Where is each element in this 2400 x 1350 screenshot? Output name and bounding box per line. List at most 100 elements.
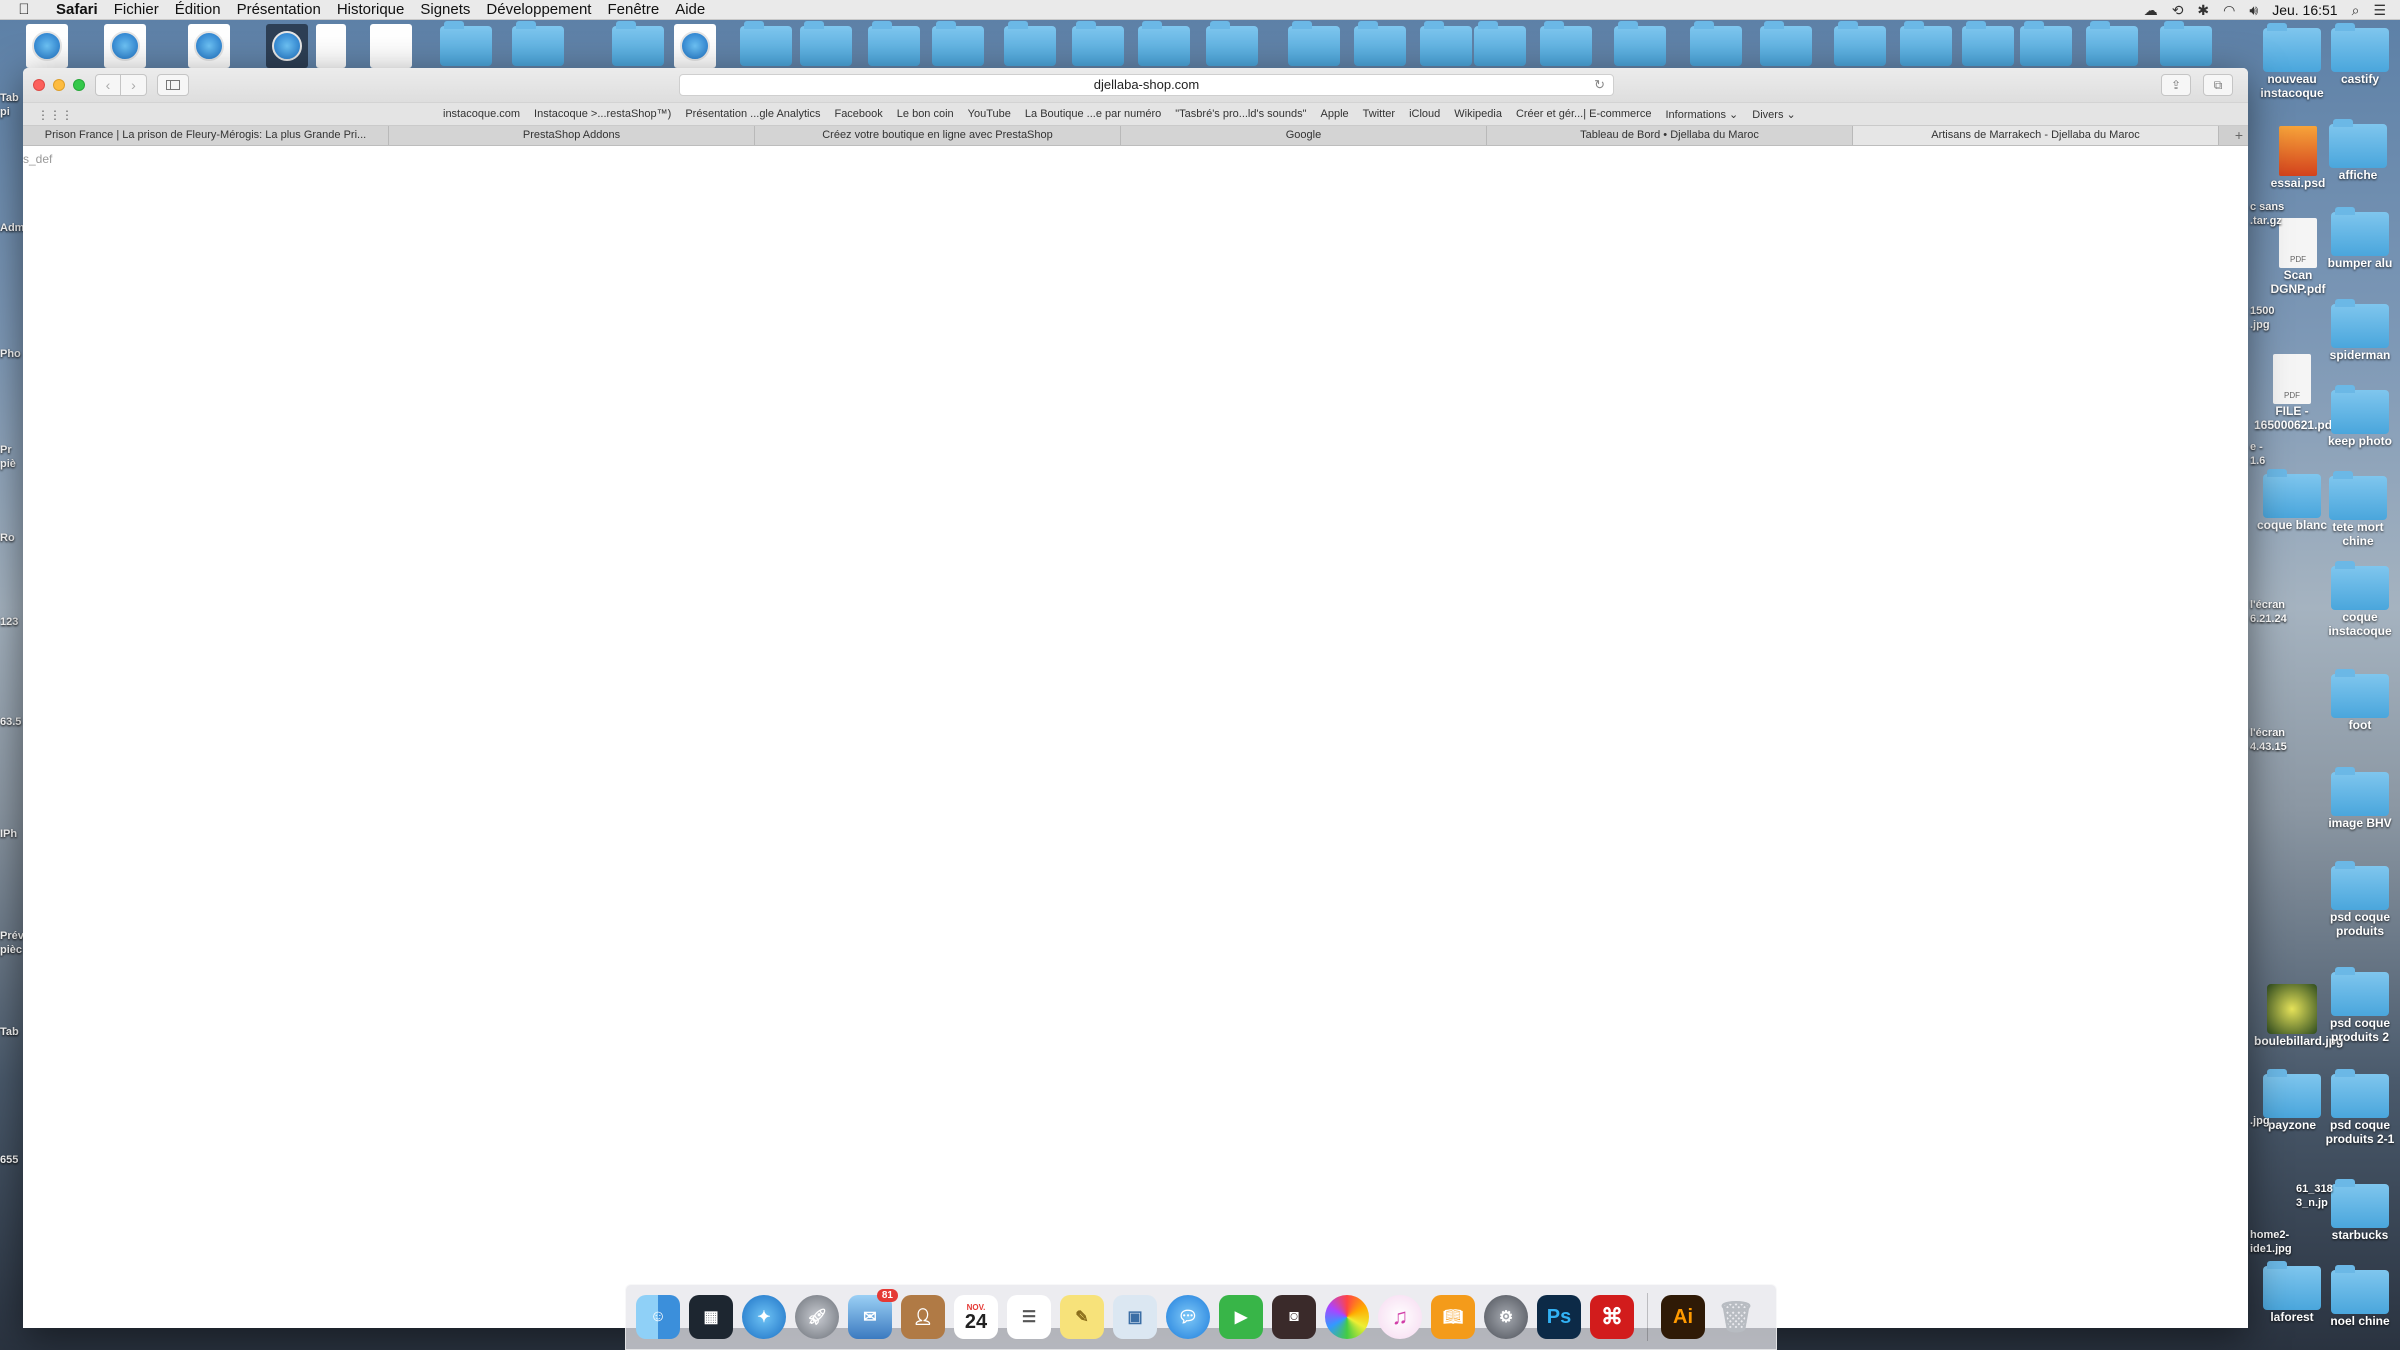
folder-icon[interactable] [1288,21,1340,66]
mail-icon[interactable]: ✉ 81 [848,1289,898,1339]
minimize-window-button[interactable] [53,79,65,91]
launchpad-icon[interactable]: 🚀︎ [795,1295,839,1339]
time-machine-icon[interactable]: ⟲ [2172,2,2184,19]
desktop-folder[interactable]: nouveau instacoque [2254,23,2330,100]
webloc-file-icon[interactable] [266,24,308,68]
share-button[interactable]: ⇪ [2161,74,2191,96]
favorite-link[interactable]: Créer et gér...| E-commerce [1516,108,1652,120]
favorite-link[interactable]: Twitter [1363,108,1395,120]
desktop-folder[interactable]: keep photo [2322,385,2398,448]
safari-webloc-icon[interactable] [674,24,716,68]
photo-booth-icon[interactable]: ◙ [1272,1295,1316,1339]
desktop-folder[interactable]: foot [2322,669,2398,732]
preview-icon[interactable]: ▣ [1113,1295,1157,1339]
favorite-link[interactable]: La Boutique ...e par numéro [1025,108,1161,120]
folder-icon[interactable] [1834,21,1886,66]
desktop-folder[interactable]: laforest [2254,1261,2330,1324]
desktop-folder[interactable]: tete mort chine [2320,471,2396,548]
desktop-folder[interactable]: coque blanc [2254,469,2330,532]
messages-icon[interactable]: 💬︎ [1166,1295,1210,1339]
page-content[interactable]: s_def [23,146,2248,1326]
photoshop-icon[interactable]: Ps [1537,1295,1581,1339]
folder-icon[interactable] [1760,21,1812,66]
sidebar-toggle-button[interactable] [157,74,189,96]
reminders-icon[interactable]: ☰ [1007,1295,1051,1339]
browser-tab[interactable]: Prison France | La prison de Fleury-Méro… [23,126,389,145]
folder-icon[interactable] [512,21,564,66]
favorite-link[interactable]: "Tasbré's pro...ld's sounds" [1175,108,1306,120]
menu-aide[interactable]: Aide [667,1,713,18]
desktop-file[interactable]: boulebillard.jpg [2254,984,2343,1048]
favorite-folder[interactable]: Informations ⌄ [1665,108,1738,121]
desktop-folder[interactable]: affiche [2320,119,2396,182]
favorite-link[interactable]: iCloud [1409,108,1440,120]
folder-icon[interactable] [932,21,984,66]
wifi-icon[interactable]: ◠ [2223,2,2235,19]
address-bar[interactable]: djellaba-shop.com ↻ [679,74,1614,96]
folder-icon[interactable] [1900,21,1952,66]
folder-icon[interactable] [1354,21,1406,66]
folder-icon[interactable] [1206,21,1258,66]
folder-icon[interactable] [1540,21,1592,66]
finder-icon[interactable]: ☺ [636,1295,680,1339]
folder-icon[interactable] [2020,21,2072,66]
folder-icon[interactable] [2086,21,2138,66]
illustrator-icon[interactable]: Ai [1661,1295,1705,1339]
folder-icon[interactable] [440,21,492,66]
folder-icon[interactable] [1420,21,1472,66]
new-tab-button[interactable]: + [2230,126,2248,145]
folder-icon[interactable] [1072,21,1124,66]
safari-webloc-icon[interactable] [26,24,68,68]
menu-fichier[interactable]: Fichier [106,1,167,18]
itunes-icon[interactable]: ♫ [1378,1295,1422,1339]
reload-icon[interactable]: ↻ [1594,75,1605,95]
desktop-folder[interactable]: psd coque produits 2 [2322,967,2398,1044]
facetime-icon[interactable]: ▶ [1219,1295,1263,1339]
notification-center-icon[interactable]: ☰ [2373,2,2386,19]
folder-icon[interactable] [1004,21,1056,66]
favorite-link[interactable]: Présentation ...gle Analytics [685,108,820,120]
favorite-link[interactable]: YouTube [968,108,1011,120]
desktop-folder[interactable]: image BHV [2322,767,2398,830]
acrobat-icon[interactable]: ⌘ [1590,1295,1634,1339]
bluetooth-icon[interactable]: ✱ [2197,2,2209,19]
favorite-folder[interactable]: Divers ⌄ [1752,108,1795,121]
show-all-tabs-button[interactable]: ⧉ [2203,74,2233,96]
desktop-pdf[interactable]: PDF FILE - 165000621.pdf [2254,354,2336,432]
desktop-folder[interactable]: bumper alu [2322,207,2398,270]
browser-tab[interactable]: PrestaShop Addons [389,126,755,145]
folder-icon[interactable] [740,21,792,66]
favorite-link[interactable]: Apple [1321,108,1349,120]
favorite-link[interactable]: Facebook [834,108,882,120]
desktop-folder[interactable]: coque instacoque [2322,561,2398,638]
safari-webloc-icon[interactable] [188,24,230,68]
favorite-link[interactable]: Le bon coin [897,108,954,120]
cloud-status-icon[interactable]: ☁ [2144,2,2158,19]
trash-icon[interactable]: 🗑︎ [1714,1295,1758,1339]
desktop-folder[interactable]: psd coque produits 2-1 [2322,1069,2398,1146]
safari-webloc-icon[interactable] [104,24,146,68]
favorite-link[interactable]: Instacoque >...restaShop™) [534,108,671,120]
system-preferences-icon[interactable]: ⚙ [1484,1295,1528,1339]
back-button[interactable]: ‹ [95,74,121,96]
desktop-folder[interactable]: castify [2322,23,2398,86]
contacts-icon[interactable]: 👤︎ [901,1295,945,1339]
notes-icon[interactable]: ✎ [1060,1295,1104,1339]
desktop-folder[interactable]: starbucks [2322,1179,2398,1242]
document-file-icon[interactable] [370,24,412,68]
menu-developpement[interactable]: Développement [478,1,599,18]
folder-icon[interactable] [1614,21,1666,66]
desktop-folder[interactable]: psd coque produits [2322,861,2398,938]
spotlight-search-icon[interactable]: ⌕ [2352,2,2360,19]
menu-signets[interactable]: Signets [412,1,478,18]
photos-icon[interactable] [1325,1295,1369,1339]
folder-icon[interactable] [1138,21,1190,66]
folder-icon[interactable] [2160,21,2212,66]
forward-button[interactable]: › [121,74,147,96]
top-sites-grid-icon[interactable]: ⋮⋮⋮ [37,108,73,122]
volume-icon[interactable]: 🔊︎ [2249,2,2258,19]
browser-tab[interactable]: Créez votre boutique en ligne avec Prest… [755,126,1121,145]
folder-icon[interactable] [800,21,852,66]
menu-app-safari[interactable]: Safari [48,1,106,18]
menu-fenetre[interactable]: Fenêtre [599,1,667,18]
